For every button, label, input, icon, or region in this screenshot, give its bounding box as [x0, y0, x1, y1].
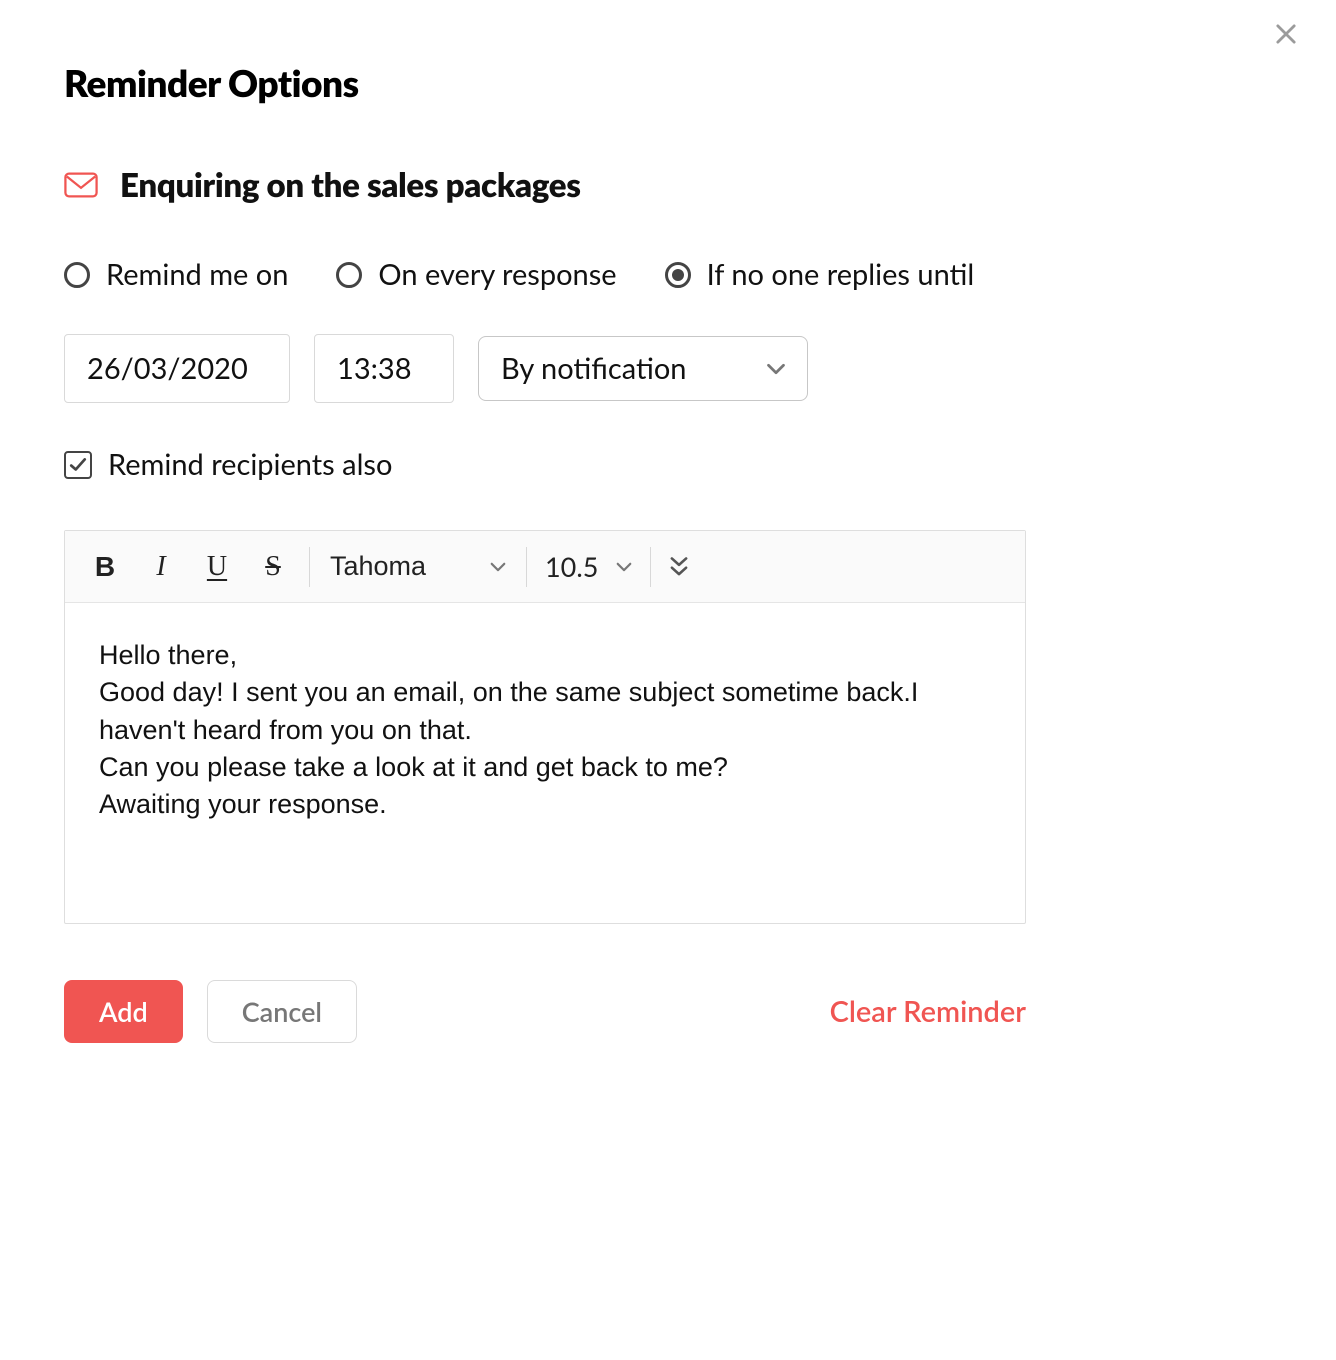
dialog-footer: Add Cancel Clear Reminder — [64, 980, 1026, 1043]
bold-button[interactable]: B — [77, 551, 133, 583]
subject-text: Enquiring on the sales packages — [120, 165, 581, 205]
toolbar-divider — [526, 547, 527, 587]
footer-buttons: Add Cancel — [64, 980, 357, 1043]
editor-body[interactable]: Hello there, Good day! I sent you an ema… — [65, 603, 1025, 923]
close-button[interactable] — [1262, 10, 1310, 58]
font-size-select[interactable]: 10.5 — [535, 550, 642, 583]
reminder-options-dialog: Reminder Options Enquiring on the sales … — [0, 0, 1090, 1103]
datetime-row: By notification — [64, 334, 1026, 403]
cancel-button[interactable]: Cancel — [207, 980, 357, 1043]
radio-label: On every response — [378, 257, 616, 292]
date-input[interactable] — [64, 334, 290, 403]
toolbar-divider — [650, 547, 651, 587]
chevron-down-icon — [490, 562, 506, 572]
radio-on-every-response[interactable]: On every response — [336, 257, 616, 292]
reminder-type-radios: Remind me on On every response If no one… — [64, 257, 1026, 292]
toolbar-divider — [309, 547, 310, 587]
editor-toolbar: B I U S Tahoma 10.5 — [65, 531, 1025, 603]
add-button[interactable]: Add — [64, 980, 183, 1043]
method-select-value: By notification — [501, 351, 686, 386]
underline-button[interactable]: U — [189, 551, 245, 583]
mail-icon — [64, 172, 98, 198]
chevron-down-icon — [616, 562, 632, 572]
radio-if-no-one-replies[interactable]: If no one replies until — [665, 257, 975, 292]
chevron-down-icon — [767, 363, 785, 375]
checkbox-label: Remind recipients also — [108, 447, 392, 482]
remind-recipients-checkbox[interactable]: Remind recipients also — [64, 447, 1026, 482]
checkbox-icon — [64, 451, 92, 479]
time-input[interactable] — [314, 334, 454, 403]
subject-row: Enquiring on the sales packages — [64, 165, 1026, 205]
method-select[interactable]: By notification — [478, 336, 808, 401]
radio-remind-me-on[interactable]: Remind me on — [64, 257, 288, 292]
radio-icon — [64, 262, 90, 288]
clear-reminder-link[interactable]: Clear Reminder — [830, 994, 1026, 1029]
radio-label: If no one replies until — [707, 257, 975, 292]
radio-label: Remind me on — [106, 257, 288, 292]
font-select-value: Tahoma — [330, 551, 426, 582]
toolbar-more-button[interactable] — [659, 557, 699, 577]
font-size-value: 10.5 — [545, 550, 598, 583]
double-chevron-down-icon — [670, 557, 688, 577]
italic-button[interactable]: I — [133, 551, 189, 583]
radio-icon — [336, 262, 362, 288]
close-icon — [1272, 20, 1300, 48]
strike-button[interactable]: S — [245, 551, 301, 583]
font-select[interactable]: Tahoma — [318, 551, 518, 582]
dialog-title: Reminder Options — [64, 60, 1026, 105]
message-editor: B I U S Tahoma 10.5 — [64, 530, 1026, 924]
radio-icon — [665, 262, 691, 288]
